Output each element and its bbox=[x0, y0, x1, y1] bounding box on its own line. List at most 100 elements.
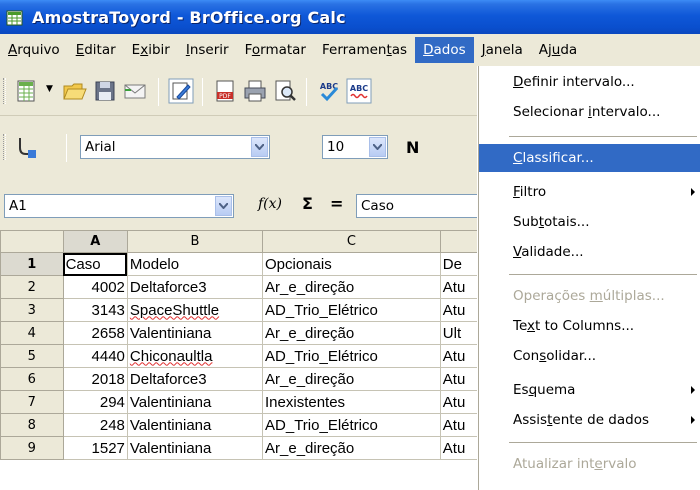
menu-arquivo[interactable]: Arquivo bbox=[0, 37, 68, 63]
cell[interactable]: Valentiniana bbox=[126, 413, 264, 437]
menu-esquema[interactable]: Esquema bbox=[479, 376, 700, 404]
new-document-icon[interactable] bbox=[14, 78, 40, 104]
row-header[interactable]: 2 bbox=[0, 275, 64, 299]
font-name-combo[interactable]: Arial bbox=[80, 135, 270, 159]
edit-file-icon[interactable] bbox=[168, 78, 194, 104]
cell[interactable]: 1527 bbox=[62, 436, 128, 460]
cell[interactable]: Atu bbox=[439, 367, 480, 391]
cell[interactable]: Ar_e_direção bbox=[262, 367, 441, 391]
title-bar[interactable]: AmostraToyord - BrOffice.org Calc bbox=[0, 0, 700, 34]
column-header[interactable]: A bbox=[62, 230, 128, 253]
menu-ferramentas[interactable]: Ferramentas bbox=[314, 37, 415, 63]
cell[interactable]: Atu bbox=[439, 298, 480, 322]
menu-validade[interactable]: Validade... bbox=[479, 238, 700, 266]
column-header[interactable]: B bbox=[126, 230, 264, 253]
cell[interactable]: Atu bbox=[439, 275, 480, 299]
cell[interactable]: De bbox=[439, 252, 480, 276]
table-row: 9 1527 Valentiniana Ar_e_direção Atu bbox=[0, 436, 480, 460]
cell[interactable]: Caso bbox=[62, 252, 128, 276]
menu-bar: Arquivo Editar Exibir Inserir Formatar F… bbox=[0, 34, 700, 66]
cell[interactable]: Deltaforce3 bbox=[126, 275, 264, 299]
name-box[interactable]: A1 bbox=[4, 194, 234, 218]
page-preview-icon[interactable] bbox=[272, 78, 298, 104]
cell[interactable]: Atu bbox=[439, 390, 480, 414]
auto-spellcheck-icon[interactable]: ABC bbox=[346, 78, 372, 104]
cell[interactable]: 248 bbox=[62, 413, 128, 437]
chevron-down-icon[interactable]: ▼ bbox=[46, 84, 53, 94]
cell[interactable]: Inexistentes bbox=[262, 390, 441, 414]
cell[interactable]: 4440 bbox=[62, 344, 128, 368]
menu-ajuda[interactable]: Ajuda bbox=[531, 37, 585, 63]
chevron-down-icon[interactable] bbox=[369, 137, 386, 157]
cell[interactable]: Atu bbox=[439, 413, 480, 437]
toolbar-grip[interactable] bbox=[3, 134, 6, 160]
menu-editar[interactable]: Editar bbox=[68, 37, 124, 63]
cell[interactable]: SpaceShuttle bbox=[126, 298, 264, 322]
toolbar-grip[interactable] bbox=[3, 78, 6, 104]
cell[interactable]: Chiconaultla bbox=[126, 344, 264, 368]
cell[interactable]: 2658 bbox=[62, 321, 128, 345]
cell[interactable]: Ar_e_direção bbox=[262, 275, 441, 299]
menu-filtro[interactable]: Filtro bbox=[479, 178, 700, 206]
row-header[interactable]: 8 bbox=[0, 413, 64, 437]
spellcheck-icon[interactable]: ABC bbox=[316, 78, 342, 104]
bold-button[interactable]: N bbox=[406, 138, 419, 157]
row-header[interactable]: 9 bbox=[0, 436, 64, 460]
cell[interactable]: Valentiniana bbox=[126, 321, 264, 345]
menu-dados[interactable]: Dados bbox=[415, 37, 474, 63]
menu-subtotais[interactable]: Subtotais... bbox=[479, 208, 700, 236]
sum-button[interactable]: Σ bbox=[302, 194, 313, 213]
menu-inserir[interactable]: Inserir bbox=[178, 37, 237, 63]
row-header[interactable]: 5 bbox=[0, 344, 64, 368]
menu-consolidar[interactable]: Consolidar... bbox=[479, 342, 700, 370]
export-pdf-icon[interactable]: PDF bbox=[212, 78, 238, 104]
row-header[interactable]: 4 bbox=[0, 321, 64, 345]
function-button[interactable]: = bbox=[330, 194, 343, 213]
row-header[interactable]: 1 bbox=[0, 252, 64, 276]
cell[interactable]: Valentiniana bbox=[126, 390, 264, 414]
formula-input[interactable]: Caso bbox=[356, 194, 480, 218]
menu-selecionar-intervalo[interactable]: Selecionar intervalo... bbox=[479, 98, 700, 126]
cell[interactable]: AD_Trio_Elétrico bbox=[262, 298, 441, 322]
menu-formatar[interactable]: Formatar bbox=[237, 37, 314, 63]
open-folder-icon[interactable] bbox=[62, 78, 88, 104]
menu-text-to-columns[interactable]: Text to Columns... bbox=[479, 312, 700, 340]
column-header[interactable]: C bbox=[262, 230, 441, 253]
cell[interactable]: 294 bbox=[62, 390, 128, 414]
menu-janela[interactable]: Janela bbox=[474, 37, 531, 63]
cell[interactable]: Modelo bbox=[126, 252, 264, 276]
spreadsheet-grid[interactable]: A B C 1 Caso Modelo Opcionais De 2 4002 Deltaforce… bbox=[0, 230, 480, 490]
menu-classificar[interactable]: Classificar... bbox=[479, 144, 700, 172]
cell[interactable]: Ar_e_direção bbox=[262, 436, 441, 460]
cell[interactable]: Ar_e_direção bbox=[262, 321, 441, 345]
cell[interactable]: Opcionais bbox=[262, 252, 441, 276]
cell[interactable]: 3143 bbox=[62, 298, 128, 322]
font-size-combo[interactable]: 10 bbox=[322, 135, 388, 159]
menu-exibir[interactable]: Exibir bbox=[124, 37, 178, 63]
cell[interactable]: 2018 bbox=[62, 367, 128, 391]
styles-formatting-icon[interactable] bbox=[14, 134, 40, 160]
row-header[interactable]: 7 bbox=[0, 390, 64, 414]
column-header[interactable] bbox=[439, 230, 480, 253]
row-header[interactable]: 6 bbox=[0, 367, 64, 391]
email-icon[interactable] bbox=[122, 78, 148, 104]
cell[interactable]: Atu bbox=[439, 344, 480, 368]
cell[interactable]: AD_Trio_Elétrico bbox=[262, 413, 441, 437]
cell[interactable]: Valentiniana bbox=[126, 436, 264, 460]
cell[interactable]: AD_Trio_Elétrico bbox=[262, 344, 441, 368]
cell[interactable]: Ult bbox=[439, 321, 480, 345]
formula-bar: A1 f(x) Σ = Caso bbox=[0, 184, 480, 228]
cell[interactable]: Atu bbox=[439, 436, 480, 460]
chevron-down-icon[interactable] bbox=[251, 137, 268, 157]
save-icon[interactable] bbox=[92, 78, 118, 104]
print-icon[interactable] bbox=[242, 78, 268, 104]
menu-definir-intervalo[interactable]: Definir intervalo... bbox=[479, 68, 700, 96]
cell[interactable]: 4002 bbox=[62, 275, 128, 299]
row-header[interactable]: 3 bbox=[0, 298, 64, 322]
select-all-corner[interactable] bbox=[0, 230, 64, 253]
sheet-table: A B C 1 Caso Modelo Opcionais De 2 4002 Deltaforce… bbox=[0, 230, 480, 460]
chevron-down-icon[interactable] bbox=[215, 196, 232, 216]
menu-assistente-de-dados[interactable]: Assistente de dados bbox=[479, 406, 700, 434]
function-wizard-button[interactable]: f(x) bbox=[258, 196, 282, 212]
cell[interactable]: Deltaforce3 bbox=[126, 367, 264, 391]
